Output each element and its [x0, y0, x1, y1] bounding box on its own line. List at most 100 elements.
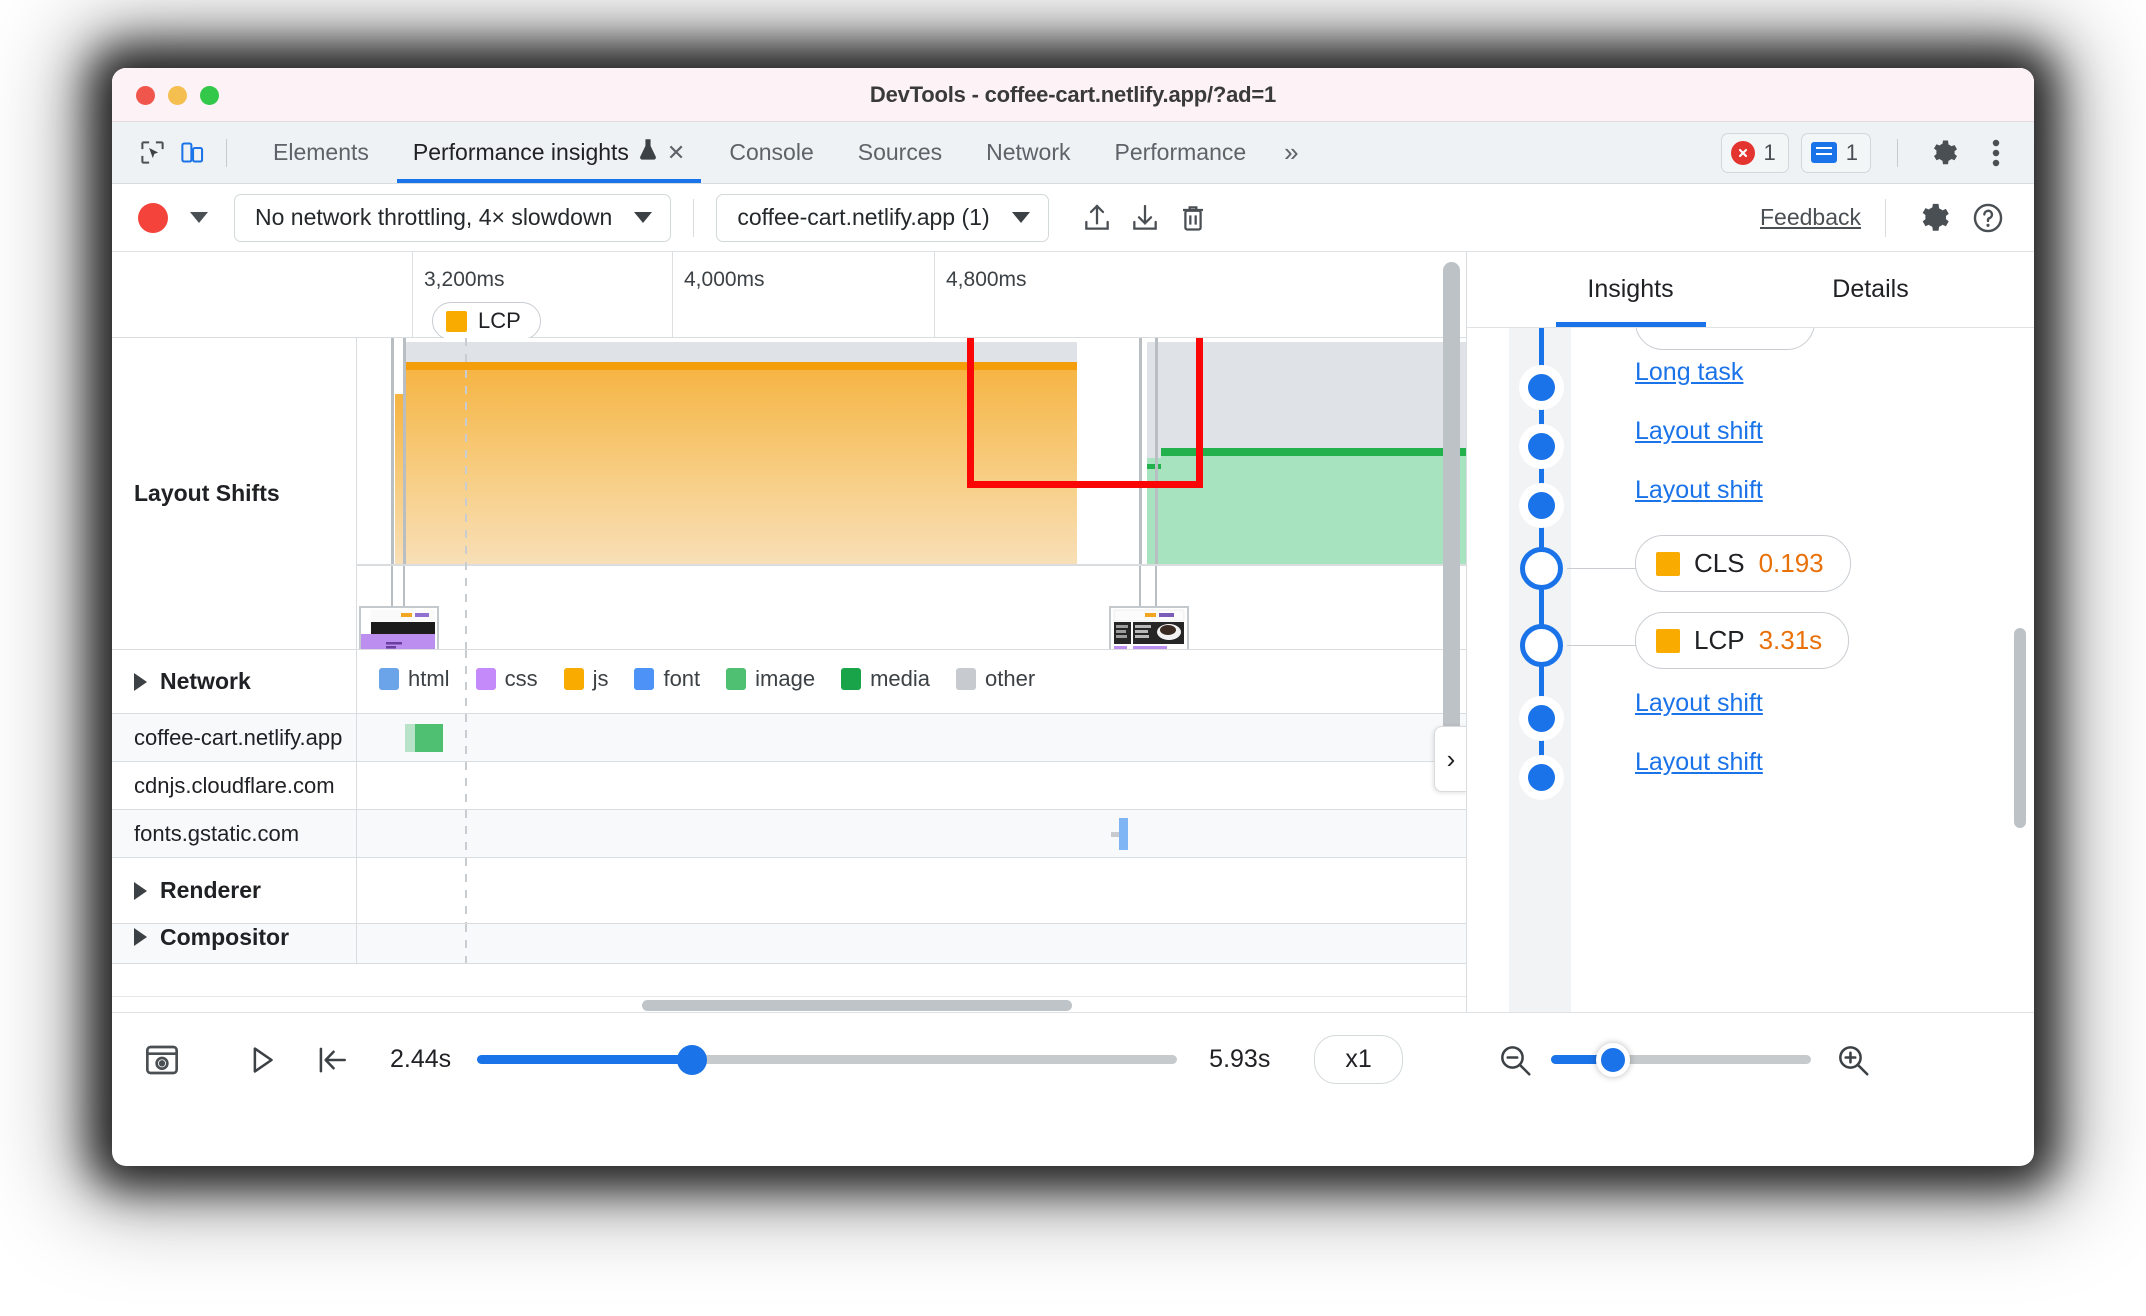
tab-performance-insights[interactable]: Performance insights ✕: [391, 122, 707, 183]
error-counter-button[interactable]: 1: [1720, 132, 1789, 173]
play-button[interactable]: [234, 1032, 290, 1088]
tab-details[interactable]: Details: [1751, 252, 1991, 327]
throttling-select[interactable]: No network throttling, 4× slowdown: [234, 193, 672, 242]
insights-list[interactable]: Long task Layout shift Layout shift CLS …: [1467, 328, 2034, 1012]
network-request-row[interactable]: fonts.gstatic.com: [112, 810, 1466, 858]
message-counter-button[interactable]: 1: [1800, 132, 1871, 173]
timeline-vertical-scrollbar[interactable]: [1443, 262, 1460, 762]
ruler-tick: [672, 252, 673, 337]
track-renderer[interactable]: Renderer: [112, 858, 1466, 924]
zoom-slider[interactable]: [1550, 1042, 1811, 1077]
horizontal-scrollbar-thumb[interactable]: [642, 1000, 1072, 1011]
tab-elements[interactable]: Elements: [251, 122, 391, 183]
renderer-canvas[interactable]: [357, 858, 1466, 923]
record-button[interactable]: [138, 202, 168, 233]
panel-tabstrip: Elements Performance insights ✕ Console …: [112, 122, 2034, 184]
metric-pill-cls[interactable]: CLS 0.193: [1635, 535, 1851, 592]
gear-icon[interactable]: [1924, 133, 1964, 173]
legend-item-image: image: [726, 666, 815, 692]
experiment-flask-icon: [638, 138, 658, 167]
tab-label: Performance: [1114, 139, 1247, 165]
insight-link[interactable]: Layout shift: [1635, 476, 1763, 505]
feedback-link[interactable]: Feedback: [1760, 204, 1861, 231]
more-options-icon[interactable]: [1976, 133, 2016, 173]
timeline-horizontal-scrollbar[interactable]: [112, 996, 1466, 1012]
expand-triangle-icon[interactable]: [134, 881, 147, 900]
playhead-dashed-line: [465, 650, 467, 713]
throttling-value: No network throttling, 4× slowdown: [255, 204, 613, 230]
insight-link[interactable]: Layout shift: [1635, 689, 1763, 718]
record-options-chevron-down-icon[interactable]: [190, 212, 208, 223]
insights-sidebar: Insights Details Long task Layout shift …: [1467, 252, 2034, 1012]
help-icon[interactable]: [1964, 194, 2012, 242]
layout-shift-cluster-green[interactable]: [1161, 448, 1466, 564]
lcp-swatch-icon: [1656, 628, 1680, 653]
insight-link[interactable]: Long task: [1635, 358, 1743, 387]
insight-link[interactable]: Layout shift: [1635, 417, 1763, 446]
expand-sidebar-button[interactable]: ›: [1434, 726, 1466, 792]
expand-triangle-icon[interactable]: [134, 928, 147, 946]
request-name: fonts.gstatic.com: [112, 810, 357, 857]
window-controls[interactable]: [136, 86, 219, 105]
range-knob[interactable]: [677, 1044, 708, 1075]
thumbnail-stem: [1139, 566, 1141, 610]
tab-network[interactable]: Network: [964, 122, 1092, 183]
minimize-window-button[interactable]: [168, 86, 187, 105]
zoom-knob[interactable]: [1595, 1042, 1630, 1077]
track-network[interactable]: Network html css js font image media oth…: [112, 650, 1466, 714]
tab-sources[interactable]: Sources: [836, 122, 964, 183]
ruler-tick: [934, 252, 935, 337]
device-toolbar-icon[interactable]: [172, 133, 212, 173]
compositor-canvas[interactable]: [357, 924, 1466, 963]
tab-label: Network: [986, 139, 1071, 165]
upload-profile-button[interactable]: [1073, 194, 1121, 242]
zoom-out-icon[interactable]: [1487, 1032, 1543, 1088]
expand-triangle-icon[interactable]: [134, 672, 147, 691]
legend-item-html: html: [379, 666, 450, 692]
track-label-network[interactable]: Network: [112, 650, 357, 713]
filmstrip-thumbnail-2[interactable]: [1109, 606, 1189, 649]
track-layout-shifts[interactable]: Layout Shifts: [112, 338, 1466, 650]
track-label-compositor[interactable]: Compositor: [112, 924, 357, 963]
metric-pill-lcp[interactable]: LCP 3.31s: [1635, 612, 1850, 669]
tab-console[interactable]: Console: [707, 122, 835, 183]
metric-label: CLS: [1694, 548, 1745, 578]
timeline-node-large-icon: [1520, 547, 1563, 590]
thumbnail-stem: [391, 566, 393, 610]
zoom-in-icon[interactable]: [1825, 1032, 1881, 1088]
tab-performance[interactable]: Performance: [1092, 122, 1268, 183]
screenshot-toggle-button[interactable]: [134, 1032, 190, 1088]
track-compositor[interactable]: Compositor: [112, 924, 1466, 964]
more-tabs-icon[interactable]: »: [1268, 137, 1311, 168]
tab-list: Elements Performance insights ✕ Console …: [251, 122, 1312, 183]
inspect-element-icon[interactable]: [132, 133, 172, 173]
track-label-renderer[interactable]: Renderer: [112, 858, 357, 923]
network-request-row[interactable]: coffee-cart.netlify.app: [112, 714, 1466, 762]
leader-line: [1567, 645, 1639, 646]
capture-settings-gear-icon[interactable]: [1910, 194, 1958, 242]
maximize-window-button[interactable]: [200, 86, 219, 105]
close-window-button[interactable]: [136, 86, 155, 105]
tab-insights[interactable]: Insights: [1511, 252, 1751, 327]
filmstrip-thumbnail-1[interactable]: [359, 606, 439, 649]
network-legend: html css js font image media other: [379, 666, 1051, 692]
delete-recording-button[interactable]: [1169, 194, 1217, 242]
request-bar-canvas[interactable]: [357, 810, 1466, 857]
lcp-marker-label: LCP: [478, 308, 521, 333]
session-select[interactable]: coffee-cart.netlify.app (1): [716, 193, 1049, 242]
time-range-slider[interactable]: [477, 1044, 1178, 1075]
close-tab-icon[interactable]: ✕: [667, 140, 685, 166]
timeline-pane[interactable]: 3,200ms 4,000ms 4,800ms LCP Layout Shift…: [112, 252, 1467, 1012]
insight-link[interactable]: Layout shift: [1635, 748, 1763, 777]
layout-shifts-canvas[interactable]: [357, 338, 1466, 649]
lcp-marker-pill[interactable]: LCP: [432, 302, 541, 340]
jump-to-start-button[interactable]: [304, 1032, 360, 1088]
request-bar-canvas[interactable]: [357, 714, 1466, 761]
request-bar-canvas[interactable]: [357, 762, 1466, 809]
sidebar-vertical-scrollbar[interactable]: [2014, 628, 2026, 828]
legend-item-font: font: [634, 666, 700, 692]
download-profile-button[interactable]: [1121, 194, 1169, 242]
timeline-ruler[interactable]: 3,200ms 4,000ms 4,800ms LCP: [112, 252, 1466, 340]
network-request-row[interactable]: cdnjs.cloudflare.com: [112, 762, 1466, 810]
playback-speed-button[interactable]: x1: [1314, 1035, 1403, 1084]
